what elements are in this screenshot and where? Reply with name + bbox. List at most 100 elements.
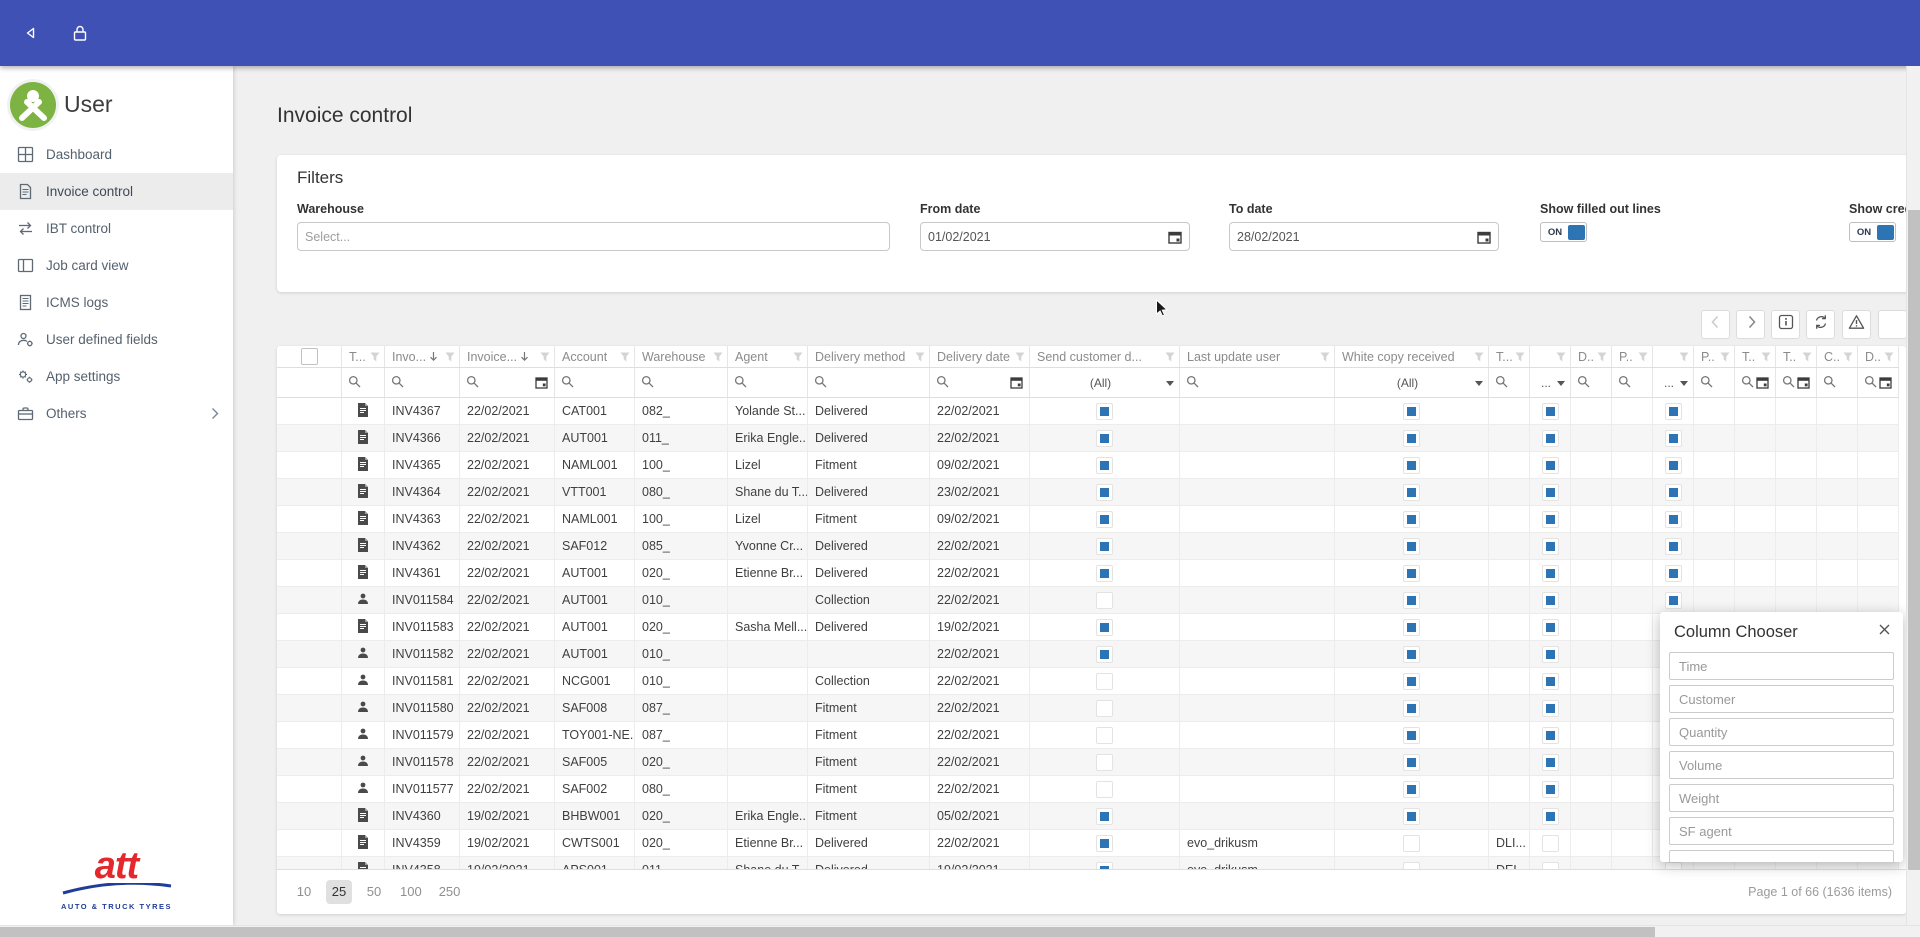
row-checkbox[interactable]	[1542, 646, 1559, 663]
to-date-input[interactable]	[1237, 230, 1473, 244]
cell-col-b1[interactable]	[1530, 722, 1571, 748]
row-checkbox[interactable]	[1403, 727, 1420, 744]
show-credits-toggle[interactable]: ON	[1849, 222, 1896, 242]
cell-white-copy-received[interactable]	[1335, 587, 1489, 613]
column-header-col-t3[interactable]: T..	[1776, 346, 1817, 367]
warning-button[interactable]	[1842, 310, 1871, 339]
row-checkbox[interactable]	[1096, 862, 1113, 871]
cell-white-copy-received[interactable]	[1335, 479, 1489, 505]
filter-icon[interactable]	[1163, 352, 1175, 362]
column-header-last-update-user[interactable]: Last update user	[1180, 346, 1335, 367]
cell-col-b2[interactable]	[1653, 587, 1694, 613]
table-row[interactable]: INV436222/02/2021SAF012085_Yvonne Cr...D…	[277, 533, 1899, 560]
row-checkbox[interactable]	[1542, 673, 1559, 690]
row-checkbox[interactable]	[1096, 673, 1113, 690]
cell-white-copy-received[interactable]	[1335, 398, 1489, 424]
dropdown-caret-icon[interactable]	[1680, 381, 1688, 386]
filter-icon[interactable]	[1013, 352, 1025, 362]
row-checkbox[interactable]	[1542, 619, 1559, 636]
table-row[interactable]: INV436722/02/2021CAT001082_Yolande St...…	[277, 398, 1899, 425]
cell-send-customer[interactable]	[1030, 776, 1180, 802]
filter-icon[interactable]	[1677, 352, 1689, 362]
table-row[interactable]: INV436322/02/2021NAML001100_LizelFitment…	[277, 506, 1899, 533]
cell-col-b1[interactable]	[1530, 614, 1571, 640]
horizontal-scrollbar-thumb[interactable]	[0, 927, 1655, 937]
show-filled-toggle[interactable]: ON	[1540, 222, 1587, 242]
cell-send-customer[interactable]	[1030, 614, 1180, 640]
cell-white-copy-received[interactable]	[1335, 425, 1489, 451]
search-icon[interactable]	[1495, 375, 1508, 391]
row-checkbox[interactable]	[1096, 835, 1113, 852]
chooser-item-quantity[interactable]: Quantity	[1669, 718, 1894, 746]
filter-cell-delivery-method[interactable]	[808, 368, 930, 397]
row-checkbox[interactable]	[1403, 835, 1420, 852]
chooser-item-volume[interactable]: Volume	[1669, 751, 1894, 779]
filter-cell-col-t1[interactable]	[1489, 368, 1530, 397]
sidebar-item-user-defined-fields[interactable]: User defined fields	[0, 321, 233, 358]
row-checkbox[interactable]	[1542, 457, 1559, 474]
filter-icon[interactable]	[1882, 352, 1894, 362]
table-row[interactable]: INV01158022/02/2021SAF008087_Fitment22/0…	[277, 695, 1899, 722]
search-icon[interactable]	[1577, 375, 1590, 391]
filter-icon[interactable]	[711, 352, 723, 362]
filter-icon[interactable]	[368, 352, 380, 362]
cell-send-customer[interactable]	[1030, 830, 1180, 856]
from-date-field[interactable]	[920, 222, 1190, 251]
cell-send-customer[interactable]	[1030, 506, 1180, 532]
column-header-col-p1[interactable]: P..	[1612, 346, 1653, 367]
filter-icon[interactable]	[1759, 352, 1771, 362]
filter-icon[interactable]	[538, 352, 550, 362]
cell-white-copy-received[interactable]	[1335, 506, 1489, 532]
row-checkbox[interactable]	[1096, 457, 1113, 474]
table-row[interactable]: INV01158322/02/2021AUT001020_Sasha Mell.…	[277, 614, 1899, 641]
info-button[interactable]	[1771, 310, 1800, 339]
table-row[interactable]: INV436122/02/2021AUT001020_Etienne Br...…	[277, 560, 1899, 587]
warehouse-select[interactable]	[297, 222, 890, 251]
cell-col-b2[interactable]	[1653, 452, 1694, 478]
cell-white-copy-received[interactable]	[1335, 830, 1489, 856]
column-header-invoice-date[interactable]: Invoice...	[460, 346, 555, 367]
filter-cell-agent[interactable]	[728, 368, 808, 397]
row-checkbox[interactable]	[1542, 538, 1559, 555]
cell-send-customer[interactable]	[1030, 452, 1180, 478]
column-header-col-d1[interactable]: D..	[1571, 346, 1612, 367]
filter-cell-type[interactable]	[342, 368, 385, 397]
cell-white-copy-received[interactable]	[1335, 560, 1489, 586]
sidebar-item-ibt-control[interactable]: IBT control	[0, 210, 233, 247]
cell-col-b1[interactable]	[1530, 668, 1571, 694]
cell-white-copy-received[interactable]	[1335, 614, 1489, 640]
row-checkbox[interactable]	[1542, 754, 1559, 771]
refresh-button[interactable]	[1806, 310, 1835, 339]
sidebar-item-app-settings[interactable]: App settings	[0, 358, 233, 395]
warehouse-input[interactable]	[305, 230, 882, 244]
row-checkbox[interactable]	[1542, 403, 1559, 420]
cell-col-b1[interactable]	[1530, 398, 1571, 424]
cell-send-customer[interactable]	[1030, 668, 1180, 694]
page-size-25[interactable]: 25	[326, 880, 352, 904]
calendar-icon[interactable]	[535, 376, 548, 389]
row-checkbox[interactable]	[1096, 592, 1113, 609]
row-checkbox[interactable]	[1403, 565, 1420, 582]
filter-icon[interactable]	[443, 352, 455, 362]
filter-icon[interactable]	[1472, 352, 1484, 362]
table-row[interactable]: INV436622/02/2021AUT001011_Erika Engle..…	[277, 425, 1899, 452]
row-checkbox[interactable]	[1665, 538, 1682, 555]
table-row[interactable]: INV01157922/02/2021TOY001-NE...087_Fitme…	[277, 722, 1899, 749]
chooser-item-weight[interactable]: Weight	[1669, 784, 1894, 812]
search-icon[interactable]	[1700, 375, 1713, 391]
cell-send-customer[interactable]	[1030, 749, 1180, 775]
search-icon[interactable]	[348, 375, 361, 391]
row-checkbox[interactable]	[1403, 511, 1420, 528]
cell-send-customer[interactable]	[1030, 641, 1180, 667]
filter-cell-col-t2[interactable]	[1735, 368, 1776, 397]
column-header-white-copy-received[interactable]: White copy received	[1335, 346, 1489, 367]
cell-col-b2[interactable]	[1653, 533, 1694, 559]
cell-col-b1[interactable]	[1530, 830, 1571, 856]
dropdown-caret-icon[interactable]	[1557, 381, 1565, 386]
row-checkbox[interactable]	[1403, 538, 1420, 555]
filter-icon[interactable]	[1841, 352, 1853, 362]
column-header-delivery-date[interactable]: Delivery date	[930, 346, 1030, 367]
filter-cell-delivery-date[interactable]	[930, 368, 1030, 397]
cell-col-b2[interactable]	[1653, 398, 1694, 424]
cell-col-b1[interactable]	[1530, 803, 1571, 829]
